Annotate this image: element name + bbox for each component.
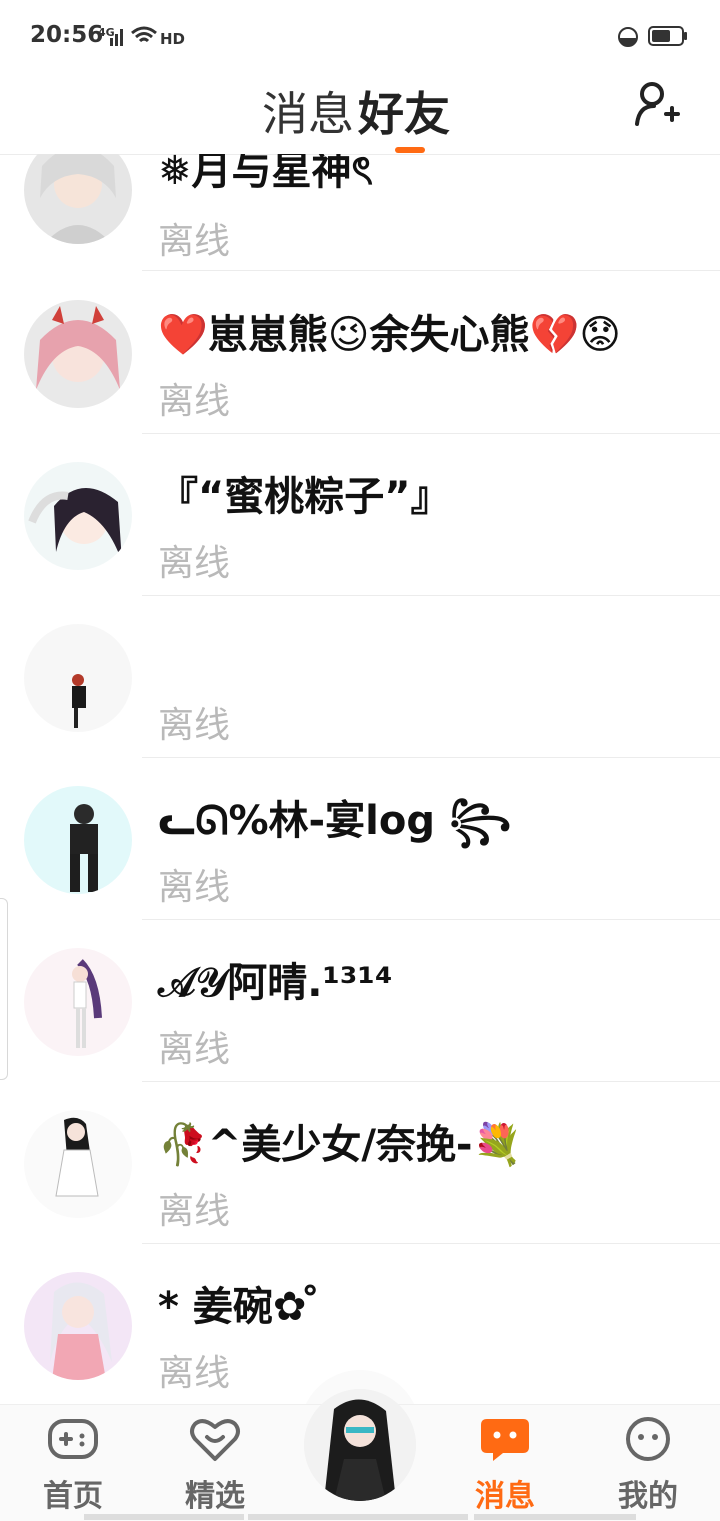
wifi-icon xyxy=(131,26,157,43)
home-indicator xyxy=(474,1514,636,1520)
friend-avatar xyxy=(24,624,132,732)
friend-item[interactable]: ❤️崽崽熊😉余失心熊💔😟 离线 xyxy=(0,272,720,434)
friend-avatar xyxy=(24,154,132,244)
friend-name: ❤️崽崽熊😉余失心熊💔😟 xyxy=(158,312,622,358)
friend-name: 🥀^美少女/奈挽-💐 xyxy=(158,1122,523,1168)
tab-friends[interactable]: 好友 xyxy=(358,78,450,144)
nav-mine-label: 我的 xyxy=(618,1479,678,1514)
bottom-nav: 首页 精选 消息 我的 xyxy=(0,1389,720,1521)
battery-icon xyxy=(648,26,687,46)
friend-status: 离线 xyxy=(158,705,231,746)
friend-avatar xyxy=(24,948,132,1056)
friend-avatar xyxy=(24,462,132,570)
data-saver-icon xyxy=(618,27,638,47)
friend-item[interactable]: 🥀^美少女/奈挽-💐 离线 xyxy=(0,1082,720,1244)
gamepad-icon xyxy=(48,1419,98,1459)
home-indicator xyxy=(248,1514,468,1520)
nav-mine[interactable]: 我的 xyxy=(603,1415,693,1515)
friend-item[interactable]: 离线 xyxy=(0,596,720,758)
status-time: 20:56 xyxy=(30,22,104,48)
tab-messages[interactable]: 消息 xyxy=(262,78,354,144)
friend-avatar xyxy=(24,786,132,894)
center-avatar-button[interactable] xyxy=(304,1389,416,1501)
nav-home[interactable]: 首页 xyxy=(28,1415,118,1515)
nav-featured[interactable]: 精选 xyxy=(170,1415,260,1515)
friend-status: 离线 xyxy=(158,1191,231,1232)
friend-status: 离线 xyxy=(158,381,231,422)
friend-status: 离线 xyxy=(158,1029,231,1070)
friend-status: 离线 xyxy=(158,543,231,584)
divider xyxy=(142,270,720,271)
friend-status: 离线 xyxy=(158,867,231,908)
friend-name: ❅月与星神ৎ xyxy=(158,154,373,194)
status-bar: 20:56 4G HD xyxy=(0,0,720,72)
friend-item[interactable]: 『“蜜桃粽子”』 离线 xyxy=(0,434,720,596)
signal-icon xyxy=(110,29,123,46)
home-indicator xyxy=(84,1514,244,1520)
face-icon xyxy=(626,1417,670,1461)
edge-handle[interactable] xyxy=(0,898,8,1080)
friend-item[interactable]: 𝒜𝒴阿晴.¹³¹⁴ 离线 xyxy=(0,920,720,1082)
friend-avatar xyxy=(24,300,132,408)
nav-messages-label: 消息 xyxy=(475,1479,535,1514)
friend-avatar xyxy=(24,1110,132,1218)
friend-name: 𝒜𝒴阿晴.¹³¹⁴ xyxy=(158,960,393,1006)
friend-item[interactable]: ᓚᘏ%林-宴log ꧂ 离线 xyxy=(0,758,720,920)
friend-name: 『“蜜桃粽子”』 xyxy=(158,474,451,520)
friend-status: 离线 xyxy=(158,221,231,262)
heart-icon xyxy=(190,1419,240,1461)
tab-active-indicator xyxy=(395,147,425,153)
friend-name: * 姜碗✿ ̊ xyxy=(158,1284,321,1330)
friend-status: 离线 xyxy=(158,1353,231,1394)
add-friend-icon[interactable] xyxy=(634,80,680,128)
nav-featured-label: 精选 xyxy=(185,1479,245,1514)
message-icon xyxy=(481,1419,529,1461)
friend-avatar xyxy=(24,1272,132,1380)
top-header: 消息 好友 xyxy=(0,72,720,155)
hd-badge: HD xyxy=(160,30,186,48)
friend-list[interactable]: ❅月与星神ৎ 离线 ❤️崽崽熊😉余失心熊💔😟 离线 『“蜜桃粽子”』 离线 离线… xyxy=(0,154,720,1404)
nav-home-label: 首页 xyxy=(43,1479,103,1514)
nav-messages[interactable]: 消息 xyxy=(460,1415,550,1515)
